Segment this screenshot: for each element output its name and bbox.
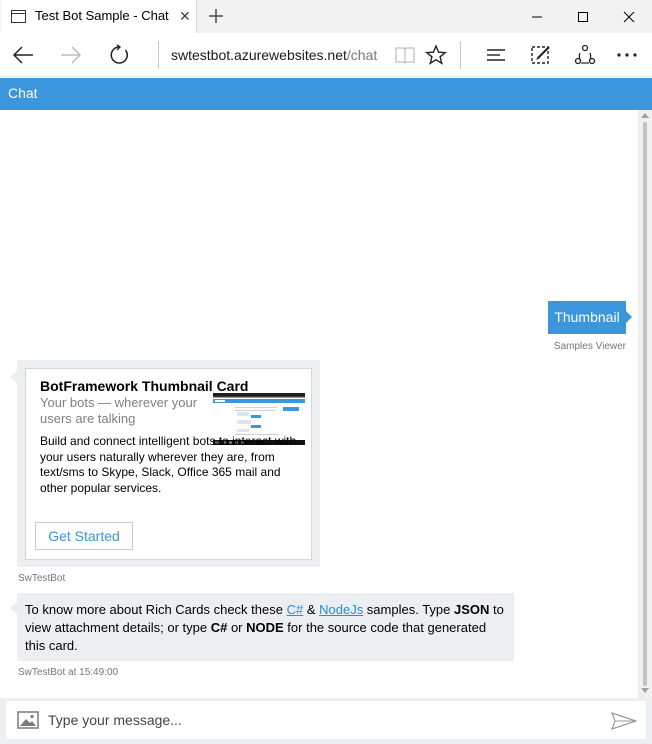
user-message-bubble: Thumbnail (548, 301, 626, 334)
thumbnail-card: BotFramework Thumbnail Card Your bots — … (25, 368, 312, 560)
scroll-thumb[interactable] (643, 122, 647, 686)
bot-text-part: samples. Type (363, 602, 454, 617)
bot-text-part: To know more about Rich Cards check thes… (25, 602, 287, 617)
back-arrow-icon (12, 46, 33, 64)
star-icon (425, 44, 447, 65)
close-button[interactable] (606, 0, 652, 33)
navigation-bar: swtestbot.azurewebsites.net/chat (0, 33, 652, 77)
card-meta: SwTestBot (18, 573, 66, 584)
url-path: /chat (346, 47, 378, 63)
forward-button[interactable] (58, 42, 84, 68)
message-input[interactable] (48, 708, 588, 732)
url-host: swtestbot.azurewebsites.net (171, 47, 347, 63)
bot-text-part: or (227, 620, 247, 635)
json-keyword: JSON (454, 602, 490, 617)
forward-arrow-icon (61, 46, 82, 64)
user-message-meta: Samples Viewer (553, 341, 626, 352)
separator (158, 41, 159, 69)
refresh-icon (110, 44, 128, 64)
browser-tab[interactable]: Test Bot Sample - Chat ✕ (1, 0, 197, 33)
back-button[interactable] (10, 42, 36, 68)
favorite-button[interactable] (423, 42, 449, 68)
csharp-link[interactable]: C# (287, 602, 304, 617)
bot-message-meta: SwTestBot at 15:49:00 (18, 667, 119, 678)
input-box (6, 701, 646, 739)
tab-close-icon[interactable]: ✕ (179, 7, 191, 25)
maximize-icon (578, 11, 588, 22)
scroll-down-arrow-icon[interactable] (641, 688, 649, 693)
bot-bubble-tail (10, 602, 17, 614)
web-note-icon (531, 46, 550, 64)
scroll-up-arrow-icon[interactable] (641, 113, 649, 118)
web-note-button[interactable] (528, 42, 554, 68)
close-icon (623, 11, 635, 22)
minimize-icon (532, 16, 542, 17)
address-bar[interactable]: swtestbot.azurewebsites.net/chat (171, 47, 377, 63)
input-bar (0, 698, 652, 744)
reading-view-icon (395, 47, 415, 64)
chat-header: Chat (0, 78, 652, 110)
user-bubble-tail (626, 311, 632, 323)
bot-message-text: To know more about Rich Cards check thes… (25, 601, 509, 655)
share-button[interactable] (572, 42, 598, 68)
plus-icon[interactable] (207, 7, 225, 25)
separator (460, 41, 461, 69)
tab-title: Test Bot Sample - Chat (35, 8, 169, 23)
chat-title: Chat (8, 85, 38, 101)
bot-card-tail (10, 371, 17, 383)
more-button[interactable] (614, 42, 640, 68)
more-icon (617, 53, 637, 57)
image-upload-icon[interactable] (17, 711, 39, 729)
hub-button[interactable] (483, 42, 509, 68)
card-text: Build and connect intelligent bots to in… (40, 434, 297, 495)
node-keyword: NODE (246, 620, 284, 635)
reading-view-button[interactable] (392, 42, 418, 68)
share-icon (574, 44, 596, 65)
send-icon[interactable] (611, 712, 637, 730)
card-title: BotFramework Thumbnail Card (40, 378, 249, 394)
hub-icon (487, 49, 505, 61)
bot-message-bubble: To know more about Rich Cards check thes… (17, 593, 514, 661)
maximize-button[interactable] (560, 0, 606, 33)
scrollbar[interactable] (638, 110, 652, 698)
refresh-button[interactable] (106, 42, 132, 68)
csharp-keyword: C# (210, 620, 228, 635)
bot-text-part: & (303, 602, 320, 617)
title-bar: Test Bot Sample - Chat ✕ (0, 0, 652, 33)
nodejs-link[interactable]: NodeJs (319, 602, 363, 617)
card-subtitle: Your bots — wherever your users are talk… (40, 395, 198, 426)
page-icon (11, 10, 26, 23)
get-started-button[interactable]: Get Started (35, 522, 133, 550)
minimize-button[interactable] (514, 0, 560, 33)
